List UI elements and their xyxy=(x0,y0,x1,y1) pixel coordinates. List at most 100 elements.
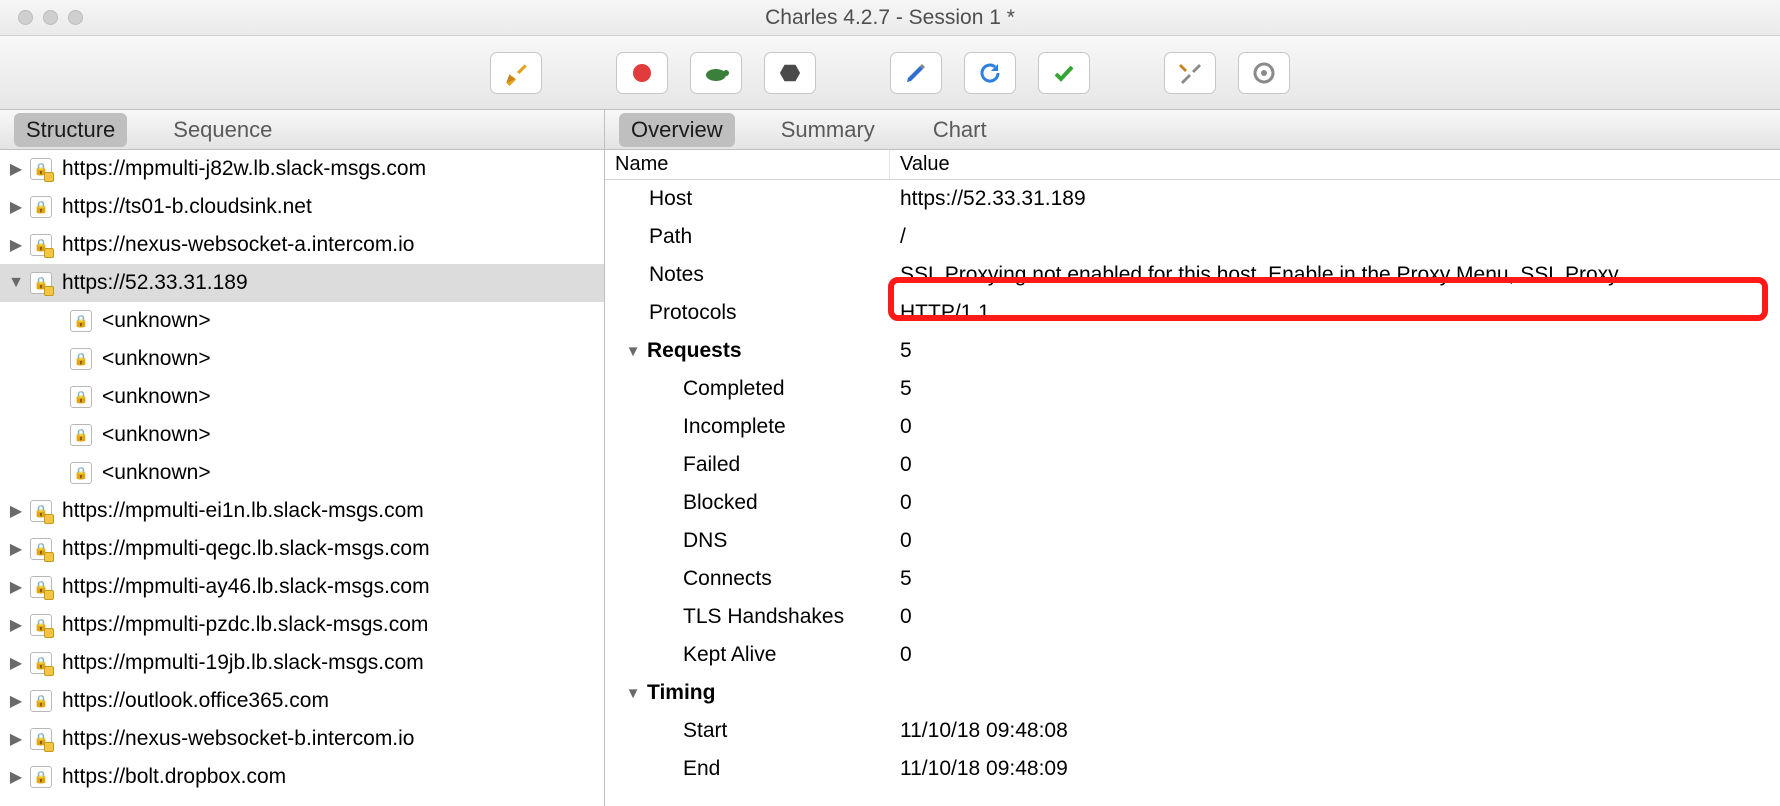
tree-item-label: https://nexus-websocket-a.intercom.io xyxy=(62,233,415,257)
disclosure-triangle-icon[interactable]: ▶ xyxy=(8,235,24,255)
tab-overview[interactable]: Overview xyxy=(619,113,735,147)
tab-sequence[interactable]: Sequence xyxy=(161,113,284,147)
overview-name: Completed xyxy=(605,377,890,401)
overview-name: Start xyxy=(605,719,890,743)
disclosure-triangle-icon[interactable]: ▶ xyxy=(8,653,24,673)
lock-icon: 🔒 xyxy=(30,500,52,522)
tree-host-item[interactable]: ▶🔒https://bolt.dropbox.com xyxy=(0,758,604,796)
overview-row[interactable]: NotesSSL Proxying not enabled for this h… xyxy=(605,256,1780,294)
tab-structure[interactable]: Structure xyxy=(14,113,127,147)
tree-host-item[interactable]: ▶🔒https://mpmulti-qegc.lb.slack-msgs.com xyxy=(0,530,604,568)
tree-item-label: <unknown> xyxy=(102,309,211,333)
tree-child-item[interactable]: 🔒<unknown> xyxy=(0,302,604,340)
tree-host-item[interactable]: ▶🔒https://mpmulti-19jb.lb.slack-msgs.com xyxy=(0,644,604,682)
disclosure-triangle-icon[interactable]: ▶ xyxy=(8,691,24,711)
throttle-button[interactable] xyxy=(690,52,742,94)
compose-button[interactable] xyxy=(890,52,942,94)
column-name[interactable]: Name xyxy=(605,150,890,179)
window-titlebar: Charles 4.2.7 - Session 1 * xyxy=(0,0,1780,36)
lock-icon: 🔒 xyxy=(30,614,52,636)
right-tabs: Overview Summary Chart xyxy=(605,110,1780,150)
overview-group-label: Timing xyxy=(647,681,715,705)
record-icon xyxy=(631,62,653,84)
overview-row[interactable]: Blocked0 xyxy=(605,484,1780,522)
overview-name: Connects xyxy=(605,567,890,591)
overview-row[interactable]: DNS0 xyxy=(605,522,1780,560)
tree-item-label: https://mpmulti-pzdc.lb.slack-msgs.com xyxy=(62,613,428,637)
disclosure-triangle-icon[interactable]: ▶ xyxy=(8,539,24,559)
tree-item-label: https://mpmulti-j82w.lb.slack-msgs.com xyxy=(62,157,426,181)
tree-host-item[interactable]: ▶🔒https://nexus-websocket-b.intercom.io xyxy=(0,720,604,758)
overview-row[interactable]: Connects5 xyxy=(605,560,1780,598)
tree-item-label: <unknown> xyxy=(102,461,211,485)
tree-host-item[interactable]: ▶ 🔒 https://mpmulti-pzdc.lb.slack-msgs.com xyxy=(0,606,604,644)
tree-child-item[interactable]: 🔒<unknown> xyxy=(0,340,604,378)
overview-table[interactable]: Hosthttps://52.33.31.189Path/NotesSSL Pr… xyxy=(605,180,1780,806)
close-window-icon[interactable] xyxy=(18,10,33,25)
overview-row[interactable]: ▼ Timing xyxy=(605,674,1780,712)
repeat-button[interactable] xyxy=(964,52,1016,94)
disclosure-triangle-icon[interactable]: ▼ xyxy=(625,685,641,702)
clear-session-button[interactable] xyxy=(490,52,542,94)
lock-icon: 🔒 xyxy=(30,234,52,256)
disclosure-triangle-icon[interactable]: ▶ xyxy=(8,159,24,179)
tree-item-label: https://nexus-websocket-b.intercom.io xyxy=(62,727,415,751)
minimize-window-icon[interactable] xyxy=(43,10,58,25)
lock-icon: 🔒 xyxy=(30,766,52,788)
tree-child-item[interactable]: 🔒 <unknown> xyxy=(0,454,604,492)
disclosure-triangle-icon[interactable]: ▼ xyxy=(625,343,641,360)
overview-row[interactable]: Failed0 xyxy=(605,446,1780,484)
column-value[interactable]: Value xyxy=(890,150,1780,179)
overview-row[interactable]: TLS Handshakes0 xyxy=(605,598,1780,636)
tree-child-item[interactable]: 🔒<unknown> xyxy=(0,378,604,416)
overview-row[interactable]: Incomplete0 xyxy=(605,408,1780,446)
tree-host-item[interactable]: ▼🔒https://52.33.31.189 xyxy=(0,264,604,302)
lock-icon: 🔒 xyxy=(30,652,52,674)
disclosure-triangle-icon[interactable]: ▶ xyxy=(8,767,24,787)
tree-child-item[interactable]: 🔒<unknown> xyxy=(0,416,604,454)
zoom-window-icon[interactable] xyxy=(68,10,83,25)
disclosure-triangle-icon[interactable]: ▶ xyxy=(8,501,24,521)
overview-row[interactable]: Completed5 xyxy=(605,370,1780,408)
lock-icon: 🔒 xyxy=(70,462,92,484)
overview-row[interactable]: Start11/10/18 09:48:08 xyxy=(605,712,1780,750)
tree-host-item[interactable]: ▶🔒https://outlook.office365.com xyxy=(0,682,604,720)
overview-value: 0 xyxy=(890,605,1780,629)
disclosure-triangle-icon[interactable]: ▶ xyxy=(8,197,24,217)
overview-row[interactable]: Hosthttps://52.33.31.189 xyxy=(605,180,1780,218)
disclosure-triangle-icon[interactable]: ▶ xyxy=(8,615,24,635)
tree-host-item[interactable]: ▶🔒https://ts01-b.cloudsink.net xyxy=(0,188,604,226)
disclosure-triangle-icon[interactable]: ▶ xyxy=(8,577,24,597)
validate-button[interactable] xyxy=(1038,52,1090,94)
tree-host-item[interactable]: ▶🔒https://mpmulti-ei1n.lb.slack-msgs.com xyxy=(0,492,604,530)
tree-host-item[interactable]: ▶🔒https://mpmulti-j82w.lb.slack-msgs.com xyxy=(0,150,604,188)
overview-row[interactable]: Path/ xyxy=(605,218,1780,256)
overview-name: Path xyxy=(605,225,890,249)
tools-button[interactable] xyxy=(1164,52,1216,94)
tree-host-item[interactable]: ▶ 🔒 https://nexus-websocket-a.intercom.io xyxy=(0,226,604,264)
overview-name: Blocked xyxy=(605,491,890,515)
tree-item-label: https://mpmulti-qegc.lb.slack-msgs.com xyxy=(62,537,430,561)
tree-host-item[interactable]: ▶🔒https://mpmulti-ay46.lb.slack-msgs.com xyxy=(0,568,604,606)
details-pane: Overview Summary Chart Name Value Hostht… xyxy=(605,110,1780,806)
tab-chart[interactable]: Chart xyxy=(921,113,999,147)
broom-icon xyxy=(503,60,529,86)
overview-row[interactable]: ProtocolsHTTP/1.1 xyxy=(605,294,1780,332)
toolbar xyxy=(0,36,1780,110)
disclosure-triangle-icon[interactable]: ▼ xyxy=(8,274,24,292)
breakpoints-button[interactable] xyxy=(764,52,816,94)
disclosure-triangle-icon[interactable]: ▶ xyxy=(8,729,24,749)
record-button[interactable] xyxy=(616,52,668,94)
window-controls xyxy=(18,10,83,25)
tree-item-label: https://mpmulti-ay46.lb.slack-msgs.com xyxy=(62,575,430,599)
overview-row[interactable]: End11/10/18 09:48:09 xyxy=(605,750,1780,788)
host-tree[interactable]: ▶🔒https://mpmulti-j82w.lb.slack-msgs.com… xyxy=(0,150,604,806)
tree-item-label: <unknown> xyxy=(102,385,211,409)
pen-icon xyxy=(904,61,928,85)
tab-summary[interactable]: Summary xyxy=(769,113,887,147)
overview-row[interactable]: Kept Alive0 xyxy=(605,636,1780,674)
settings-button[interactable] xyxy=(1238,52,1290,94)
turtle-icon xyxy=(702,63,730,83)
overview-value: HTTP/1.1 xyxy=(890,301,1780,325)
overview-row[interactable]: ▼Requests5 xyxy=(605,332,1780,370)
